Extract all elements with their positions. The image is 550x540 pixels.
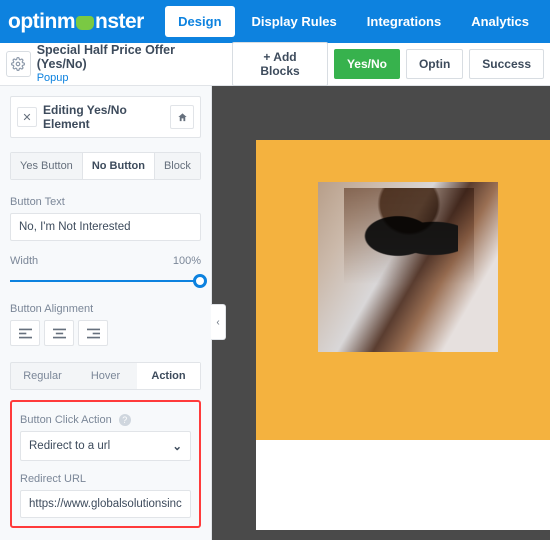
home-button[interactable] — [170, 105, 194, 129]
button-text-label: Button Text — [10, 196, 201, 208]
align-left-icon — [19, 328, 32, 339]
editing-title: Editing Yes/No Element — [43, 103, 164, 131]
width-slider[interactable] — [10, 273, 201, 289]
sidebar: ✕ Editing Yes/No Element Yes Button No B… — [0, 86, 212, 540]
main: ✕ Editing Yes/No Element Yes Button No B… — [0, 86, 550, 540]
view-yesno[interactable]: Yes/No — [334, 49, 400, 79]
state-tabs: Regular Hover Action — [10, 362, 201, 390]
close-icon: ✕ — [22, 111, 31, 124]
logo: optinmnster — [8, 10, 144, 34]
align-center-button[interactable] — [44, 320, 74, 346]
align-center-icon — [53, 328, 66, 339]
settings-button[interactable] — [6, 51, 31, 77]
seg-yes-button[interactable]: Yes Button — [11, 153, 82, 179]
state-hover[interactable]: Hover — [74, 363, 137, 389]
slider-thumb[interactable] — [193, 274, 207, 288]
view-switcher: Yes/No Optin Success — [334, 49, 544, 79]
state-action[interactable]: Action — [137, 363, 200, 389]
tab-integrations[interactable]: Integrations — [354, 6, 454, 37]
popup-image[interactable] — [318, 182, 498, 352]
align-right-icon — [87, 328, 100, 339]
alignment-label: Button Alignment — [10, 303, 201, 315]
home-icon — [177, 112, 188, 123]
top-nav: Design Display Rules Integrations Analyt… — [165, 6, 542, 37]
logo-text-c: nster — [95, 10, 144, 34]
width-label: Width — [10, 255, 38, 267]
click-action-select[interactable]: Redirect to a url ⌄ — [20, 431, 191, 461]
gear-icon — [11, 57, 25, 71]
click-action-value: Redirect to a url — [29, 440, 110, 452]
sub-bar: Special Half Price Offer (Yes/No) Popup … — [0, 43, 550, 86]
slider-track — [10, 280, 201, 282]
action-panel-highlight: Button Click Action ? Redirect to a url … — [10, 400, 201, 528]
view-success[interactable]: Success — [469, 49, 544, 79]
campaign-title: Special Half Price Offer (Yes/No) — [37, 44, 218, 72]
button-text-input[interactable] — [10, 213, 201, 241]
view-optin[interactable]: Optin — [406, 49, 463, 79]
tab-analytics[interactable]: Analytics — [458, 6, 542, 37]
popup-preview[interactable] — [256, 140, 550, 440]
align-right-button[interactable] — [78, 320, 108, 346]
seg-block[interactable]: Block — [154, 153, 200, 179]
help-icon[interactable]: ? — [119, 414, 131, 426]
top-bar: optinmnster Design Display Rules Integra… — [0, 0, 550, 43]
tab-display-rules[interactable]: Display Rules — [239, 6, 350, 37]
canvas[interactable]: ‹ — [212, 86, 550, 540]
logo-mascot-icon — [76, 16, 94, 30]
redirect-url-input[interactable] — [20, 490, 191, 518]
click-action-label: Button Click Action ? — [20, 414, 191, 426]
editing-header: ✕ Editing Yes/No Element — [10, 96, 201, 138]
tab-design[interactable]: Design — [165, 6, 234, 37]
seg-no-button[interactable]: No Button — [82, 153, 154, 179]
collapse-sidebar-button[interactable]: ‹ — [211, 304, 226, 340]
chevron-down-icon: ⌄ — [172, 439, 182, 453]
chevron-left-icon: ‹ — [216, 317, 219, 328]
campaign-type[interactable]: Popup — [37, 72, 218, 84]
alignment-group — [10, 320, 201, 346]
align-left-button[interactable] — [10, 320, 40, 346]
width-value: 100% — [173, 255, 201, 267]
campaign-info: Special Half Price Offer (Yes/No) Popup — [37, 44, 218, 84]
close-editor-button[interactable]: ✕ — [17, 107, 37, 127]
redirect-url-label: Redirect URL — [20, 473, 191, 485]
add-blocks-button[interactable]: + Add Blocks — [232, 42, 328, 86]
logo-text-a: optin — [8, 10, 57, 34]
button-selector: Yes Button No Button Block — [10, 152, 201, 180]
popup-sheet — [256, 440, 550, 530]
logo-text-b: m — [57, 10, 75, 34]
state-regular[interactable]: Regular — [11, 363, 74, 389]
